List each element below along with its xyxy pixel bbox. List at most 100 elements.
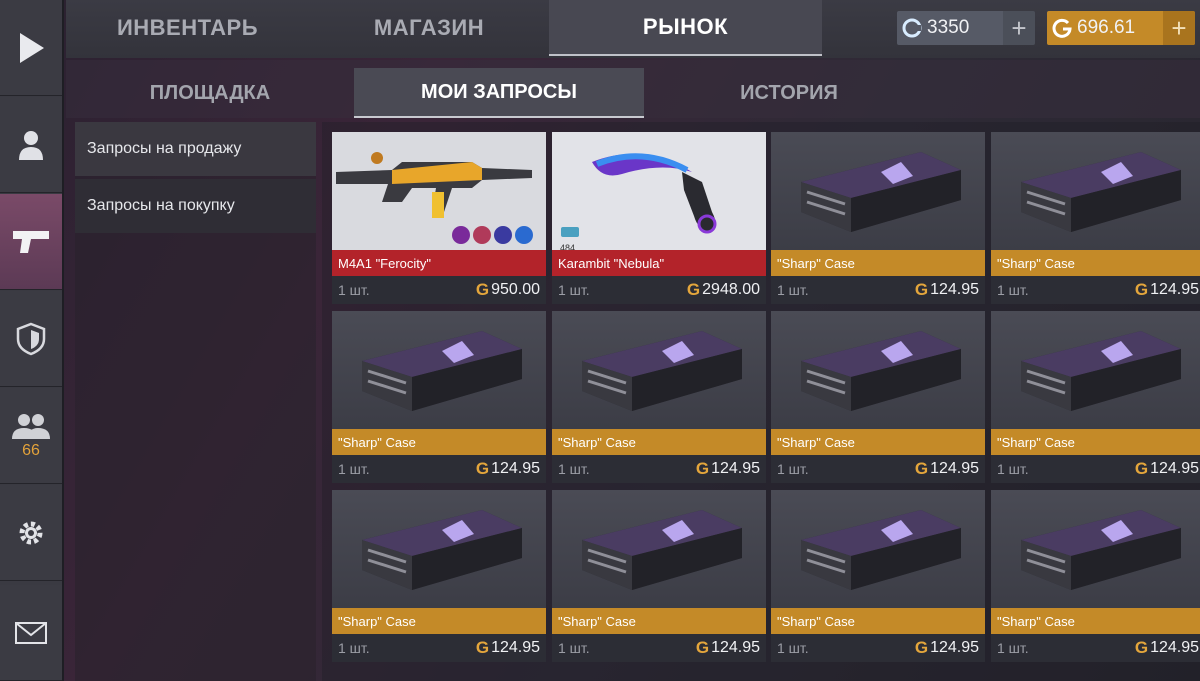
item-footer: 1 шт. G 124.95: [991, 634, 1200, 662]
case-icon: [362, 510, 522, 590]
item-quantity: 1 шт.: [777, 640, 809, 656]
item-footer: 1 шт. G 124.95: [552, 455, 766, 483]
item-footer: 1 шт. G 124.95: [771, 634, 985, 662]
filter-buy-requests[interactable]: Запросы на покупку: [75, 179, 316, 233]
item-card[interactable]: "Sharp" Case 1 шт. G 124.95: [771, 311, 985, 483]
item-price: G 950.00: [476, 280, 540, 300]
item-name: Karambit "Nebula": [552, 250, 766, 276]
item-footer: 1 шт. G 124.95: [771, 276, 985, 304]
top-navigation: ИНВЕНТАРЬ МАГАЗИН РЫНОК 3350 + 696.61 +: [66, 0, 1200, 58]
gold-currency-icon: G: [914, 459, 929, 478]
item-price: G 124.95: [696, 638, 760, 658]
gold-currency-icon: G: [1134, 459, 1149, 478]
gold-currency-icon: G: [686, 280, 701, 299]
item-card[interactable]: "Sharp" Case 1 шт. G 124.95: [332, 311, 546, 483]
case-icon: [1021, 152, 1181, 232]
sticker-icon: [452, 226, 470, 244]
gold-coin-icon: [1047, 17, 1077, 39]
item-price-value: 124.95: [1150, 639, 1199, 656]
tab-shop[interactable]: МАГАЗИН: [309, 0, 549, 56]
tab-my-requests[interactable]: МОИ ЗАПРОСЫ: [354, 68, 644, 118]
silver-amount: 3350: [927, 17, 970, 38]
friends-icon: [12, 413, 50, 439]
item-card[interactable]: 484 Karambit "Nebula" 1 шт. G 2948.00: [552, 132, 766, 304]
item-quantity: 1 шт.: [777, 282, 809, 298]
mail-icon: [15, 621, 47, 644]
settings-button[interactable]: [0, 485, 62, 581]
item-price-value: 124.95: [930, 460, 979, 477]
item-quantity: 1 шт.: [338, 640, 370, 656]
item-quantity: 1 шт.: [997, 640, 1029, 656]
item-footer: 1 шт. G 124.95: [332, 455, 546, 483]
item-name: "Sharp" Case: [991, 429, 1200, 455]
item-price: G 124.95: [696, 459, 760, 479]
item-image: [332, 490, 546, 608]
item-quantity: 1 шт.: [558, 461, 590, 477]
tab-platform[interactable]: ПЛОЩАДКА: [66, 68, 354, 118]
sticker-badges: [452, 226, 533, 244]
silver-coin-icon: [897, 17, 927, 39]
item-card[interactable]: "Sharp" Case 1 шт. G 124.95: [991, 132, 1200, 304]
add-silver-button[interactable]: +: [1003, 11, 1035, 45]
item-price: G 124.95: [915, 638, 979, 658]
case-icon: [801, 510, 961, 590]
filter-sell-requests[interactable]: Запросы на продажу: [75, 122, 316, 176]
item-price: G 124.95: [915, 459, 979, 479]
gold-currency-icon: G: [914, 638, 929, 657]
friends-button[interactable]: 66: [0, 388, 62, 484]
item-card[interactable]: "Sharp" Case 1 шт. G 124.95: [771, 132, 985, 304]
item-card[interactable]: "Sharp" Case 1 шт. G 124.95: [991, 490, 1200, 662]
item-name: "Sharp" Case: [332, 429, 546, 455]
case-icon: [1021, 510, 1181, 590]
item-image: [991, 132, 1200, 250]
item-quantity: 1 шт.: [997, 461, 1029, 477]
case-icon: [801, 331, 961, 411]
add-gold-button[interactable]: +: [1163, 11, 1195, 45]
item-price-value: 124.95: [930, 281, 979, 298]
item-footer: 1 шт. G 124.95: [552, 634, 766, 662]
sub-navigation: ПЛОЩАДКА МОИ ЗАПРОСЫ ИСТОРИЯ: [66, 60, 1200, 118]
item-name: M4A1 "Ferocity": [332, 250, 546, 276]
case-icon: [801, 152, 961, 232]
item-footer: 1 шт. G 950.00: [332, 276, 546, 304]
mail-button[interactable]: [0, 585, 62, 681]
case-icon: [362, 331, 522, 411]
gold-currency: 696.61 +: [1047, 11, 1195, 45]
sticker-icon: [494, 226, 512, 244]
item-card[interactable]: "Sharp" Case 1 шт. G 124.95: [552, 490, 766, 662]
friends-count: 66: [22, 441, 40, 459]
item-card[interactable]: M4A1 "Ferocity" 1 шт. G 950.00: [332, 132, 546, 304]
sticker-icon: [515, 226, 533, 244]
item-quantity: 1 шт.: [777, 461, 809, 477]
item-card[interactable]: "Sharp" Case 1 шт. G 124.95: [552, 311, 766, 483]
clan-button[interactable]: [0, 291, 62, 387]
person-icon: [19, 130, 43, 160]
gear-icon: [19, 521, 43, 544]
tab-inventory[interactable]: ИНВЕНТАРЬ: [66, 0, 309, 56]
item-name: "Sharp" Case: [552, 429, 766, 455]
weapons-button[interactable]: [0, 194, 62, 290]
play-button[interactable]: [0, 0, 62, 96]
item-image: [771, 132, 985, 250]
item-name: "Sharp" Case: [991, 250, 1200, 276]
item-card[interactable]: "Sharp" Case 1 шт. G 124.95: [332, 490, 546, 662]
item-card[interactable]: "Sharp" Case 1 шт. G 124.95: [771, 490, 985, 662]
gold-currency-icon: G: [1134, 638, 1149, 657]
profile-button[interactable]: [0, 97, 62, 193]
item-footer: 1 шт. G 124.95: [991, 455, 1200, 483]
tab-market[interactable]: РЫНОК: [549, 0, 822, 56]
request-filter-list: Запросы на продажу Запросы на покупку: [75, 122, 316, 681]
gold-amount: 696.61: [1077, 17, 1136, 38]
item-quantity: 1 шт.: [338, 461, 370, 477]
item-price-value: 950.00: [491, 281, 540, 298]
item-price: G 124.95: [476, 638, 540, 658]
gold-currency-icon: G: [1134, 280, 1149, 299]
gold-currency-icon: G: [695, 638, 710, 657]
item-price: G 124.95: [1135, 280, 1199, 300]
tab-history[interactable]: ИСТОРИЯ: [644, 68, 934, 118]
gold-currency-icon: G: [914, 280, 929, 299]
item-card[interactable]: "Sharp" Case 1 шт. G 124.95: [991, 311, 1200, 483]
knife-icon: [552, 132, 766, 250]
item-footer: 1 шт. G 124.95: [332, 634, 546, 662]
case-icon: [582, 331, 742, 411]
